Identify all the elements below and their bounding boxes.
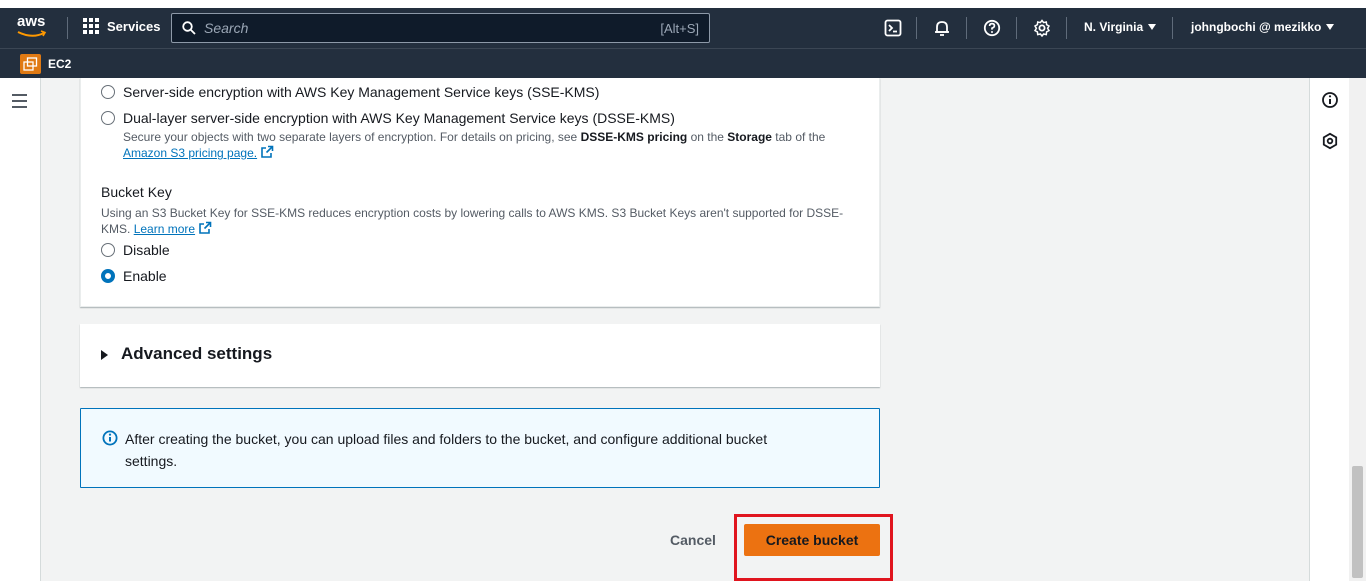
radio-label: Enable xyxy=(123,268,167,284)
radio-button-selected[interactable] xyxy=(101,269,115,283)
divider xyxy=(916,17,917,39)
external-link-icon[interactable] xyxy=(260,145,274,159)
external-link-icon[interactable] xyxy=(198,221,212,235)
radio-label: Server-side encryption with AWS Key Mana… xyxy=(123,84,600,100)
radio-label: Dual-layer server-side encryption with A… xyxy=(123,110,675,126)
side-navigation-collapsed xyxy=(0,78,41,581)
divider xyxy=(966,17,967,39)
ec2-chip-icon xyxy=(23,57,38,71)
advanced-settings-title: Advanced settings xyxy=(121,344,273,363)
tools-panel-rail xyxy=(1309,78,1349,581)
top-navigation: aws Services Search [Alt+S] N. Virginia … xyxy=(0,8,1366,48)
search-input[interactable]: Search [Alt+S] xyxy=(171,13,710,43)
info-alert: After creating the bucket, you can uploa… xyxy=(80,408,880,488)
radio-button[interactable] xyxy=(101,85,115,99)
divider xyxy=(67,17,68,39)
advanced-settings-expander[interactable]: Advanced settings xyxy=(80,324,880,387)
radio-bucket-key-enable[interactable]: Enable xyxy=(101,268,167,284)
desc-bold-pricing: DSSE-KMS pricing xyxy=(580,130,688,144)
search-icon xyxy=(182,21,196,35)
ec2-service-link[interactable]: EC2 xyxy=(48,57,71,71)
radio-sse-kms[interactable]: Server-side encryption with AWS Key Mana… xyxy=(101,84,599,100)
divider xyxy=(1016,17,1017,39)
s3-pricing-link[interactable]: Amazon S3 pricing page. xyxy=(123,146,257,160)
desc-text: tab of the xyxy=(771,130,826,144)
grid-icon xyxy=(83,18,99,34)
learn-more-link[interactable]: Learn more xyxy=(134,222,195,236)
info-icon xyxy=(102,430,118,446)
settings-icon[interactable] xyxy=(1033,19,1051,37)
help-icon[interactable] xyxy=(983,19,1001,37)
desc-text: Secure your objects with two separate la… xyxy=(123,130,581,144)
divider xyxy=(1172,17,1173,39)
bucket-key-heading: Bucket Key xyxy=(101,184,172,200)
radio-dsse-kms[interactable]: Dual-layer server-side encryption with A… xyxy=(101,110,675,126)
default-encryption-panel: Server-side encryption with AWS Key Mana… xyxy=(80,78,880,307)
region-selector[interactable]: N. Virginia xyxy=(1084,20,1157,34)
bucket-key-description: Using an S3 Bucket Key for SSE-KMS reduc… xyxy=(101,205,861,237)
account-label: johngbochi @ mezikko xyxy=(1191,20,1322,34)
highlight-box xyxy=(734,514,893,581)
radio-button[interactable] xyxy=(101,243,115,257)
caret-right-icon xyxy=(101,350,108,360)
info-message: After creating the bucket, you can uploa… xyxy=(125,431,768,469)
aws-logo[interactable]: aws xyxy=(17,14,53,42)
radio-label: Disable xyxy=(123,242,170,258)
top-strip xyxy=(0,0,1366,8)
caret-down-icon xyxy=(1148,24,1157,30)
desc-text: on the xyxy=(687,130,728,144)
feedback-hexagon-icon[interactable] xyxy=(1321,132,1339,150)
account-menu[interactable]: johngbochi @ mezikko xyxy=(1191,20,1335,34)
divider xyxy=(1066,17,1067,39)
service-favorites-bar: EC2 xyxy=(0,48,1366,78)
menu-icon[interactable] xyxy=(12,94,27,112)
services-label: Services xyxy=(107,18,161,34)
services-menu-button[interactable]: Services xyxy=(83,18,161,34)
search-shortcut-hint: [Alt+S] xyxy=(660,20,699,36)
region-label: N. Virginia xyxy=(1084,20,1144,34)
scrollbar-thumb[interactable] xyxy=(1352,466,1363,578)
desc-text: Using an S3 Bucket Key for SSE-KMS reduc… xyxy=(101,206,844,236)
desc-bold-storage: Storage xyxy=(727,130,772,144)
bell-icon[interactable] xyxy=(933,19,951,37)
cancel-button[interactable]: Cancel xyxy=(660,529,726,551)
info-icon[interactable] xyxy=(1321,91,1339,109)
cloudshell-icon[interactable] xyxy=(884,19,902,37)
radio-button[interactable] xyxy=(101,111,115,125)
search-placeholder: Search xyxy=(204,20,249,36)
caret-down-icon xyxy=(1326,24,1335,30)
dsse-kms-description: Secure your objects with two separate la… xyxy=(123,129,863,161)
aws-smile-icon xyxy=(17,30,47,37)
ec2-service-icon[interactable] xyxy=(20,54,41,74)
radio-bucket-key-disable[interactable]: Disable xyxy=(101,242,170,258)
aws-logo-text: aws xyxy=(17,13,46,30)
